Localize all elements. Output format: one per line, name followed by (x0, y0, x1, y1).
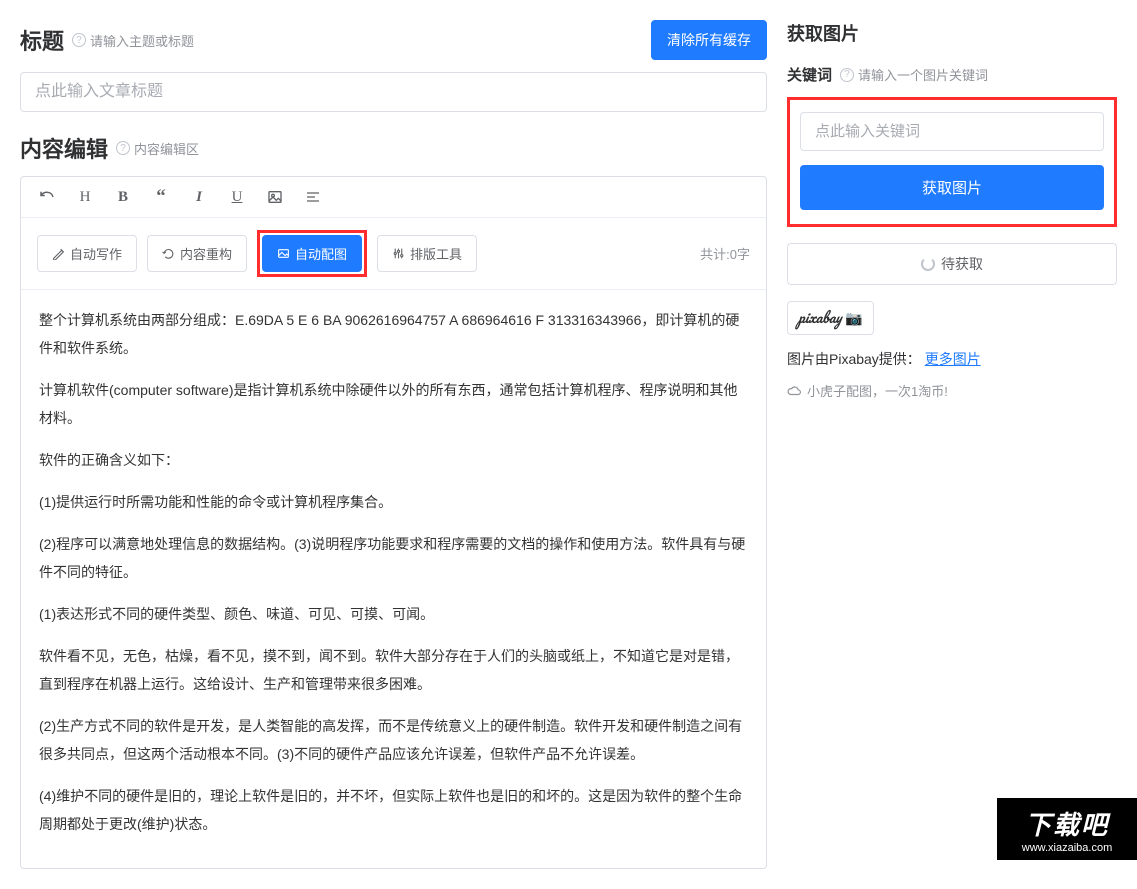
sidebar-title: 获取图片 (787, 20, 1117, 46)
highlight-frame: 获取图片 (787, 97, 1117, 227)
provider-text: 图片由Pixabay提供： (787, 351, 921, 367)
auto-image-button[interactable]: 自动配图 (262, 235, 362, 272)
layout-tool-label: 排版工具 (410, 244, 462, 263)
article-title-input[interactable] (20, 72, 767, 112)
content-help: ? 内容编辑区 (116, 139, 199, 158)
title-help: ? 请输入主题或标题 (72, 31, 194, 50)
content-rebuild-label: 内容重构 (180, 244, 232, 263)
loading-icon (921, 257, 935, 271)
auto-write-button[interactable]: 自动写作 (37, 235, 137, 272)
main-column: 标题 ? 请输入主题或标题 清除所有缓存 内容编辑 ? 内容编辑区 (20, 20, 767, 869)
heading-icon[interactable]: H (75, 187, 95, 207)
editor-paragraph: (2)生产方式不同的软件是开发，是人类智能的高发挥，而不是传统意义上的硬件制造。… (39, 712, 748, 768)
editor-paragraph: 软件看不见，无色，枯燥，看不见，摸不到，闻不到。软件大部分存在于人们的头脑或纸上… (39, 642, 748, 698)
auto-write-label: 自动写作 (70, 244, 122, 263)
editor-paragraph: 计算机软件(computer software)是指计算机系统中除硬件以外的所有… (39, 376, 748, 432)
fetch-status: 待获取 (787, 243, 1117, 285)
content-section-header: 内容编辑 ? 内容编辑区 (20, 132, 767, 164)
status-text: 待获取 (941, 254, 983, 274)
pixabay-badge: pixabay 📷 (787, 301, 874, 335)
underline-icon[interactable]: U (227, 187, 247, 207)
keyword-help-text: 请输入一个图片关键词 (858, 65, 988, 84)
camera-icon: 📷 (845, 306, 862, 330)
layout-tool-button[interactable]: 排版工具 (377, 235, 477, 272)
highlight-box: 自动配图 (257, 230, 367, 277)
keyword-header: 关键词 ? 请输入一个图片关键词 (787, 64, 1117, 85)
quote-icon[interactable]: “ (151, 187, 171, 207)
watermark-url: www.xiazaiba.com (1022, 842, 1112, 854)
editor-paragraph: (2)程序可以满意地处理信息的数据结构。(3)说明程序功能要求和程序需要的文档的… (39, 530, 748, 586)
align-icon[interactable] (303, 187, 323, 207)
provider-info: 图片由Pixabay提供： 更多图片 (787, 349, 1117, 369)
title-help-text: 请输入主题或标题 (90, 31, 194, 50)
content-label: 内容编辑 (20, 132, 108, 164)
editor-paragraph: 整个计算机系统由两部分组成：E.69DA 5 E 6 BA 9062616964… (39, 306, 748, 362)
sidebar: 获取图片 关键词 ? 请输入一个图片关键词 获取图片 待获取 pixabay 📷… (787, 20, 1117, 869)
word-count: 共计:0字 (700, 244, 750, 263)
title-header-left: 标题 ? 请输入主题或标题 (20, 24, 194, 56)
tip-text: 小虎子配图，一次1淘币! (807, 381, 948, 400)
auto-image-label: 自动配图 (295, 244, 347, 263)
italic-icon[interactable]: I (189, 187, 209, 207)
help-icon: ? (72, 33, 86, 47)
editor-content-area[interactable]: 整个计算机系统由两部分组成：E.69DA 5 E 6 BA 9062616964… (21, 290, 766, 868)
editor-paragraph: (1)提供运行时所需功能和性能的命令或计算机程序集合。 (39, 488, 748, 516)
editor-action-toolbar: 自动写作 内容重构 自动配图 排版工具 (21, 218, 766, 290)
cloud-icon (787, 384, 801, 398)
editor-format-toolbar: H B “ I U (21, 177, 766, 218)
title-section-header: 标题 ? 请输入主题或标题 清除所有缓存 (20, 20, 767, 60)
title-label: 标题 (20, 24, 64, 56)
clear-cache-button[interactable]: 清除所有缓存 (651, 20, 767, 60)
tip-line: 小虎子配图，一次1淘币! (787, 381, 1117, 400)
content-rebuild-button[interactable]: 内容重构 (147, 235, 247, 272)
keyword-input[interactable] (800, 112, 1104, 151)
keyword-label: 关键词 (787, 64, 832, 85)
help-icon: ? (116, 141, 130, 155)
keyword-help: ? 请输入一个图片关键词 (840, 65, 988, 84)
editor-paragraph: 软件的正确含义如下： (39, 446, 748, 474)
editor-box: H B “ I U 自动写作 (20, 176, 767, 869)
undo-icon[interactable] (37, 187, 57, 207)
content-header-left: 内容编辑 ? 内容编辑区 (20, 132, 199, 164)
fetch-image-button[interactable]: 获取图片 (800, 165, 1104, 210)
bold-icon[interactable]: B (113, 187, 133, 207)
content-help-text: 内容编辑区 (134, 139, 199, 158)
editor-paragraph: (4)维护不同的硬件是旧的，理论上软件是旧的，并不坏，但实际上软件也是旧的和坏的… (39, 782, 748, 838)
action-buttons: 自动写作 内容重构 自动配图 排版工具 (37, 230, 477, 277)
watermark-title: 下载吧 (1025, 805, 1109, 842)
watermark: 下载吧 www.xiazaiba.com (997, 798, 1137, 860)
help-icon: ? (840, 68, 854, 82)
image-icon[interactable] (265, 187, 285, 207)
editor-paragraph: (1)表达形式不同的硬件类型、颜色、味道、可见、可摸、可闻。 (39, 600, 748, 628)
more-images-link[interactable]: 更多图片 (925, 351, 981, 367)
